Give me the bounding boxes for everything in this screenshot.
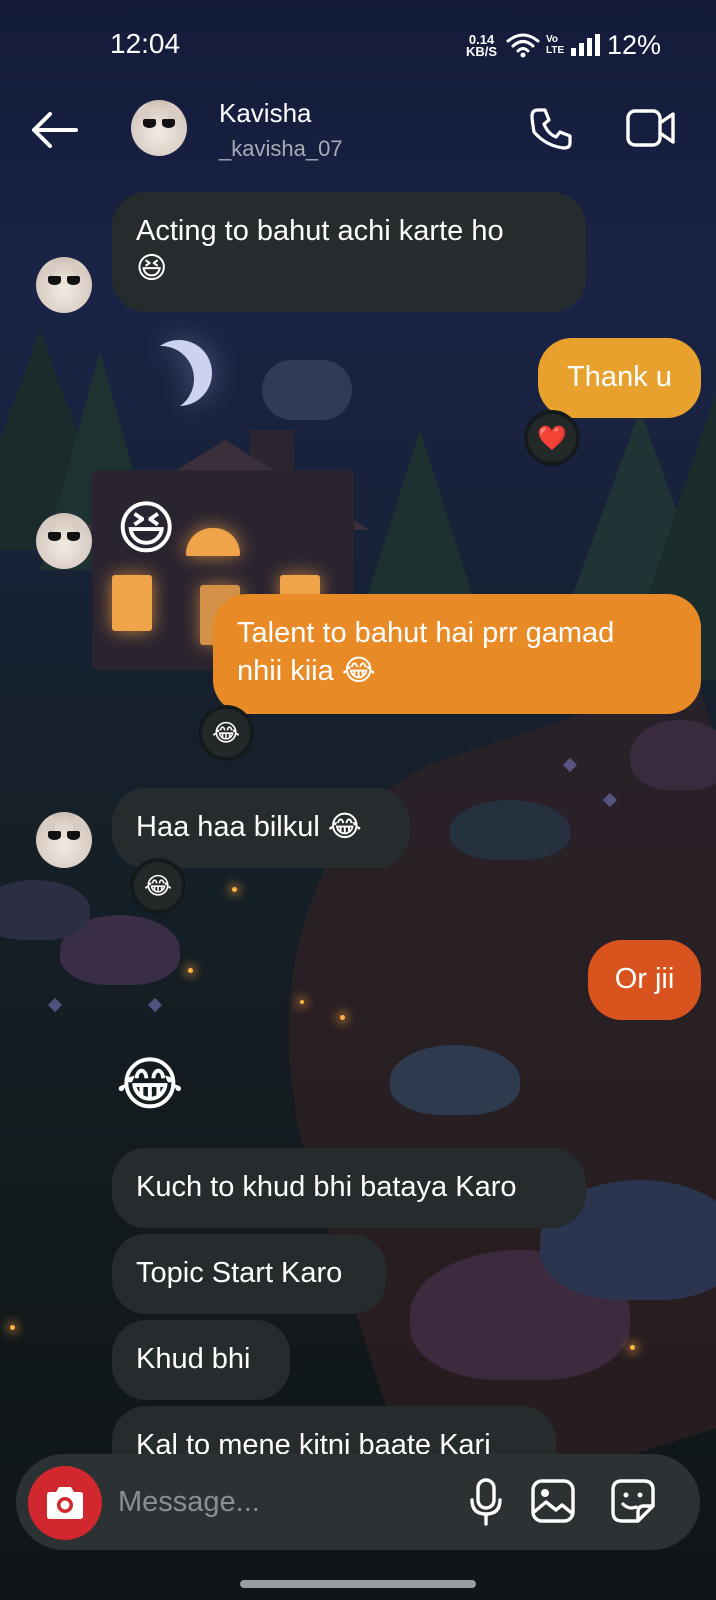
network-speed-unit: KB/S [466, 44, 498, 59]
sticker-icon[interactable] [610, 1478, 656, 1524]
phone-icon[interactable] [528, 106, 574, 152]
message-text-line: nhii kiia 😂 [237, 655, 376, 687]
emoji-message[interactable]: 😆 [116, 500, 176, 558]
outgoing-message[interactable]: Thank u [538, 338, 701, 418]
message-reaction[interactable]: 😂 [130, 858, 186, 914]
signal-icon [571, 34, 600, 56]
status-bar: 12:04 0.14 KB/S Vo LTE 12% [0, 0, 716, 86]
wifi-icon [506, 33, 540, 58]
chat-header: Kavisha _kavisha_07 [0, 92, 716, 172]
network-speed: 0.14 KB/S [466, 33, 498, 59]
message-text: Khud bhi [136, 1343, 251, 1375]
message-text: Acting to bahut achi karte ho [136, 215, 504, 247]
emoji-message[interactable]: 😂 [116, 1056, 184, 1114]
message-composer [16, 1454, 700, 1550]
incoming-message[interactable]: Acting to bahut achi karte ho 😆 [112, 192, 586, 312]
message-text: Topic Start Karo [136, 1257, 343, 1289]
contact-username[interactable]: _kavisha_07 [219, 136, 343, 162]
sender-avatar[interactable] [36, 257, 92, 313]
status-time: 12:04 [110, 28, 181, 59]
message-text: Kuch to khud bhi bataya Karo [136, 1171, 517, 1203]
sender-avatar[interactable] [36, 513, 92, 569]
message-text: Haa haa bilkul 😂 [136, 811, 362, 843]
message-input[interactable] [118, 1478, 438, 1526]
incoming-message[interactable]: Khud bhi [112, 1320, 290, 1400]
camera-button[interactable] [28, 1466, 102, 1540]
microphone-icon[interactable] [468, 1478, 504, 1526]
incoming-message[interactable]: Haa haa bilkul 😂 [112, 788, 410, 868]
video-camera-icon[interactable] [626, 108, 676, 148]
message-emoji: 😆 [136, 252, 168, 285]
camera-icon [47, 1487, 83, 1519]
gallery-icon[interactable] [530, 1478, 576, 1524]
message-text: Or jii [614, 963, 675, 995]
back-arrow-icon[interactable] [30, 110, 78, 150]
message-text: Thank u [567, 361, 672, 393]
outgoing-message[interactable]: Or jii [588, 940, 701, 1020]
sender-avatar[interactable] [36, 812, 92, 868]
battery-level: 12% [607, 30, 662, 60]
message-text-line: Talent to bahut hai prr gamad [237, 617, 615, 649]
message-reaction[interactable]: ❤️ [524, 410, 580, 466]
incoming-message[interactable]: Kuch to khud bhi bataya Karo [112, 1148, 586, 1228]
message-reaction[interactable]: 😂 [198, 705, 254, 761]
contact-avatar[interactable] [131, 100, 187, 156]
contact-name[interactable]: Kavisha [219, 98, 312, 129]
home-indicator[interactable] [240, 1580, 476, 1588]
volte-top: Vo [546, 34, 559, 45]
incoming-message[interactable]: Topic Start Karo [112, 1234, 386, 1314]
outgoing-message[interactable]: Talent to bahut hai prr gamad nhii kiia … [213, 594, 701, 714]
volte-indicator: Vo LTE [546, 34, 564, 56]
volte-bottom: LTE [546, 45, 565, 56]
moon-decoration [146, 340, 212, 406]
